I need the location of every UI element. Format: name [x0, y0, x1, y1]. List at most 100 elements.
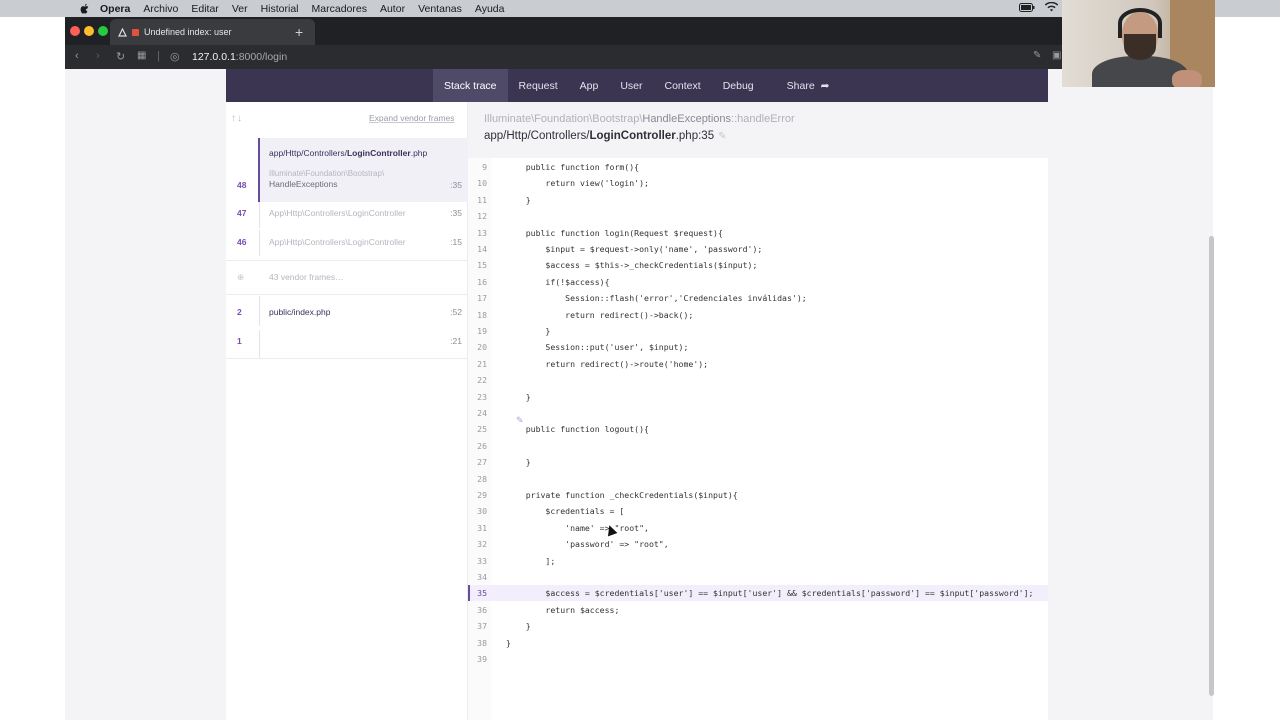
- page-favicon-icon: [118, 27, 127, 37]
- code-text: }: [506, 457, 531, 468]
- frame-file: public/index.php: [269, 307, 330, 317]
- zoom-window-button[interactable]: [98, 26, 108, 36]
- code-line: 11 }: [468, 192, 1048, 208]
- code-text: $access = $credentials['user'] == $input…: [506, 588, 1034, 599]
- code-line: 10 return view('login');: [468, 175, 1048, 191]
- line-number: 25: [477, 424, 487, 435]
- code-line: 37 }: [468, 618, 1048, 634]
- tab-user[interactable]: User: [609, 69, 653, 102]
- share-icon: ➦: [820, 79, 830, 92]
- edit-line-pencil-icon[interactable]: ✎: [516, 415, 524, 426]
- line-number: 29: [477, 490, 487, 500]
- line-number: 11: [477, 194, 487, 205]
- code-line: 9 public function form(){: [468, 159, 1048, 175]
- forward-icon[interactable]: ›: [96, 50, 100, 62]
- tab-app[interactable]: App: [569, 69, 610, 102]
- frame-class: App\Http\Controllers\LoginController: [269, 208, 406, 218]
- menu-ver[interactable]: Ver: [232, 3, 248, 15]
- frame-line: :52: [450, 307, 462, 317]
- line-number: 13: [477, 227, 487, 238]
- apple-icon[interactable]: [78, 3, 92, 14]
- battery-icon[interactable]: [1019, 2, 1035, 12]
- menu-opera[interactable]: Opera: [100, 3, 130, 15]
- divider: |: [157, 50, 160, 62]
- line-number: 31: [477, 522, 487, 533]
- menu-ventanas[interactable]: Ventanas: [418, 3, 462, 15]
- frame-number: 2: [237, 307, 242, 317]
- sort-arrows-icon[interactable]: ↑↓: [231, 113, 243, 124]
- stack-frame-46[interactable]: 46 App\Http\Controllers\LoginController …: [226, 237, 468, 255]
- code-line: 35 $access = $credentials['user'] == $in…: [468, 585, 1048, 602]
- code-line: 38}: [468, 635, 1048, 651]
- frame-file-prefix: app/Http/Controllers/: [269, 148, 347, 158]
- code-text: }: [506, 621, 531, 632]
- code-line: 20 Session::put('user', $input);: [468, 339, 1048, 355]
- frame-line: :35: [450, 208, 462, 218]
- tab-title: Undefined index: user: [144, 27, 232, 37]
- stack-frame-2[interactable]: 2 public/index.php :52: [226, 307, 468, 325]
- page-right-margin: [1213, 69, 1280, 720]
- page-scrollbar[interactable]: [1209, 236, 1214, 696]
- frame-file-name: index: [293, 307, 314, 317]
- code-text: 'password' => "root",: [506, 539, 669, 550]
- menu-ayuda[interactable]: Ayuda: [475, 3, 505, 15]
- line-number: 35: [477, 588, 487, 599]
- tab-request[interactable]: Request: [508, 69, 569, 102]
- frame-number: 47: [237, 208, 247, 218]
- stack-frame-1[interactable]: 1 :21: [226, 336, 468, 354]
- browser-tab[interactable]: Undefined index: user +: [110, 19, 315, 45]
- edit-pencil-icon[interactable]: ✎: [718, 131, 726, 142]
- code-text: return view('login');: [506, 178, 649, 189]
- minimize-window-button[interactable]: [84, 26, 94, 36]
- separator: [226, 294, 468, 295]
- menu-editar[interactable]: Editar: [191, 3, 218, 15]
- back-icon[interactable]: ‹: [75, 50, 79, 62]
- crumb-namespace: Illuminate\Foundation\Bootstrap\: [484, 113, 643, 125]
- crumb-method: ::handleError: [731, 113, 795, 125]
- stack-frame-47[interactable]: 47 App\Http\Controllers\LoginController …: [226, 208, 468, 226]
- tabs-grid-icon[interactable]: ▦: [137, 50, 146, 61]
- line-number: 36: [477, 604, 487, 615]
- expand-vendor-frames-link[interactable]: Expand vendor frames: [369, 113, 455, 123]
- frame-number: 46: [237, 237, 247, 247]
- webcam-person-hand: [1172, 70, 1202, 87]
- frame-file-ext: .php: [313, 307, 331, 317]
- tab-debug[interactable]: Debug: [712, 69, 765, 102]
- address-bar: ‹ › ↻ ▦ | ◎ 127.0.0.1:8000/login ✎ ▣: [65, 45, 1065, 69]
- code-line: 23 }: [468, 389, 1048, 405]
- code-line: 25 public function logout(){: [468, 421, 1048, 437]
- code-text: public function logout(){: [506, 424, 649, 435]
- reload-icon[interactable]: ↻: [116, 50, 125, 63]
- code-line: 30 $credentials = [: [468, 503, 1048, 519]
- line-number: 30: [477, 506, 487, 517]
- line-number: 26: [477, 440, 487, 451]
- url-host: 127.0.0.1: [192, 51, 236, 63]
- line-number: 38: [477, 637, 487, 648]
- line-number: 15: [477, 260, 487, 271]
- line-number: 12: [477, 211, 487, 222]
- wifi-icon[interactable]: [1045, 2, 1058, 12]
- share-button[interactable]: Share ➦: [765, 69, 841, 102]
- code-line: 15 $access = $this->_checkCredentials($i…: [468, 257, 1048, 273]
- webcam-headset: [1118, 8, 1162, 38]
- menu-marcadores[interactable]: Marcadores: [312, 3, 367, 15]
- edit-page-icon[interactable]: ✎: [1033, 50, 1041, 61]
- snapshot-icon[interactable]: ▣: [1052, 50, 1061, 61]
- menu-historial[interactable]: Historial: [261, 3, 299, 15]
- line-number: 24: [477, 408, 487, 418]
- tab-stack-trace[interactable]: Stack trace: [433, 69, 508, 102]
- close-window-button[interactable]: [70, 26, 80, 36]
- url-path: :8000/login: [235, 51, 288, 63]
- error-favicon-icon: [132, 28, 139, 36]
- menu-archivo[interactable]: Archivo: [143, 3, 178, 15]
- line-number: 34: [477, 572, 487, 582]
- new-tab-button[interactable]: +: [295, 24, 303, 40]
- tab-context[interactable]: Context: [654, 69, 712, 102]
- line-number: 20: [477, 342, 487, 353]
- vendor-frames-icon: ⊕: [237, 272, 245, 282]
- code-line: 34: [468, 569, 1048, 585]
- url-field[interactable]: 127.0.0.1:8000/login: [192, 51, 287, 63]
- code-line: 31 'name' => "root",: [468, 520, 1048, 536]
- vendor-frames-toggle[interactable]: ⊕ 43 vendor frames…: [226, 272, 468, 290]
- menu-autor[interactable]: Autor: [380, 3, 405, 15]
